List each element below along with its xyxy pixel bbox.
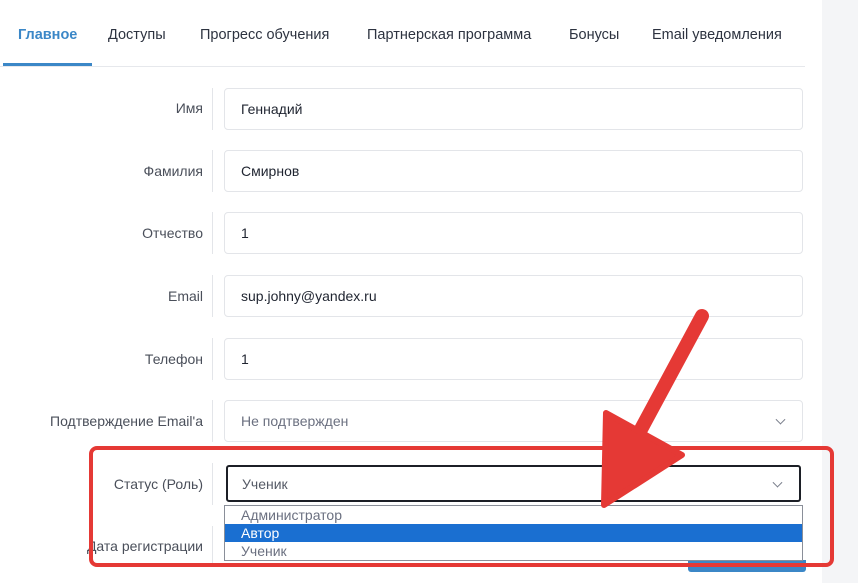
status-role-select[interactable]: Ученик bbox=[226, 465, 801, 502]
chevron-down-icon bbox=[772, 477, 783, 488]
phone-field[interactable]: 1 bbox=[224, 338, 803, 380]
registration-date-label: Дата регистрации bbox=[86, 538, 203, 554]
row-divider bbox=[212, 526, 213, 566]
email-label: Email bbox=[167, 288, 203, 304]
last-name-label: Фамилия bbox=[143, 163, 203, 179]
email-confirmation-label: Подтверждение Email'a bbox=[50, 413, 203, 429]
status-role-label: Статус (Роль) bbox=[113, 476, 203, 492]
tab-bonuses[interactable]: Бонусы bbox=[569, 27, 619, 43]
active-tab-indicator bbox=[3, 63, 92, 66]
middle-name-label: Отчество bbox=[142, 225, 203, 241]
first-name-field[interactable]: Геннадий bbox=[224, 88, 803, 130]
chevron-down-icon bbox=[775, 414, 786, 425]
row-divider bbox=[212, 275, 213, 317]
save-button-partial[interactable] bbox=[688, 560, 806, 572]
tab-learning-progress[interactable]: Прогресс обучения bbox=[200, 27, 329, 43]
row-divider bbox=[212, 150, 213, 192]
email-field[interactable]: sup.johny@yandex.ru bbox=[224, 275, 803, 317]
status-role-dropdown: Администратор Автор Ученик bbox=[224, 505, 803, 561]
row-divider bbox=[212, 400, 213, 442]
middle-name-field[interactable]: 1 bbox=[224, 212, 803, 254]
email-confirmation-select[interactable]: Не подтвержден bbox=[224, 400, 803, 442]
tab-email-notifications[interactable]: Email уведомления bbox=[652, 27, 782, 43]
option-author[interactable]: Автор bbox=[225, 524, 802, 542]
row-divider bbox=[212, 463, 213, 505]
tab-main[interactable]: Главное bbox=[18, 27, 77, 43]
option-student[interactable]: Ученик bbox=[225, 542, 802, 560]
row-divider bbox=[212, 212, 213, 254]
phone-label: Телефон bbox=[144, 351, 203, 367]
row-divider bbox=[212, 338, 213, 380]
status-role-value: Ученик bbox=[242, 475, 288, 492]
last-name-field[interactable]: Смирнов bbox=[224, 150, 803, 192]
tab-bar: Главное Доступы Прогресс обучения Партне… bbox=[0, 0, 805, 67]
tab-access[interactable]: Доступы bbox=[108, 27, 166, 43]
tab-partner-program[interactable]: Партнерская программа bbox=[367, 27, 531, 43]
page-gutter bbox=[822, 0, 858, 583]
first-name-label: Имя bbox=[175, 100, 203, 116]
row-divider bbox=[212, 88, 213, 130]
option-administrator[interactable]: Администратор bbox=[225, 506, 802, 524]
email-confirmation-value: Не подтвержден bbox=[241, 413, 349, 429]
